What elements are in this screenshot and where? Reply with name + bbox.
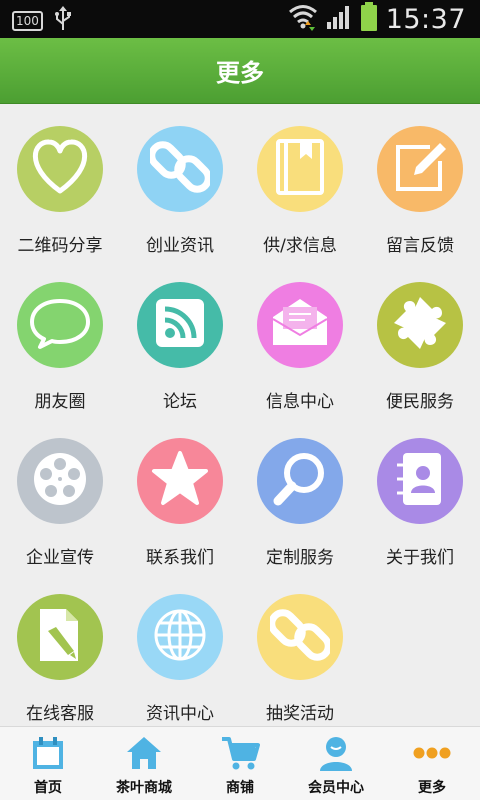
heart-icon <box>30 139 90 199</box>
clock: 15:37 <box>385 3 466 35</box>
film-reel-icon <box>30 449 90 513</box>
document-pencil-icon <box>34 605 86 669</box>
star-icon <box>150 449 210 513</box>
tab-home[interactable]: 首页 <box>0 727 96 800</box>
bottom-tab-bar: 首页 茶叶商城 商铺 会员中心 更多 <box>0 726 480 800</box>
grid-item-label: 供/求信息 <box>263 236 337 256</box>
link-icon <box>148 137 212 201</box>
grid-item-feedback[interactable]: 留言反馈 <box>360 104 480 260</box>
grid-item-circle <box>17 126 103 212</box>
grid-item-circle <box>377 126 463 212</box>
status-bar: 100 15:37 <box>0 0 480 38</box>
more-dots-icon <box>412 735 452 771</box>
grid-item-custom-service[interactable]: 定制服务 <box>240 416 360 572</box>
grid-item-contact-us[interactable]: 联系我们 <box>120 416 240 572</box>
cart-icon <box>220 735 260 771</box>
tab-label: 商铺 <box>226 780 254 796</box>
grid-item-online-service[interactable]: 在线客服 <box>0 572 120 728</box>
title-bar: 更多 <box>0 38 480 104</box>
book-icon <box>272 137 328 201</box>
grid-item-circle <box>17 594 103 680</box>
grid-item-forum[interactable]: 论坛 <box>120 260 240 416</box>
grid-item-moments[interactable]: 朋友圈 <box>0 260 120 416</box>
link-icon <box>268 605 332 669</box>
grid-item-info-center[interactable]: 信息中心 <box>240 260 360 416</box>
house-icon <box>124 735 164 771</box>
wifi-icon <box>288 3 318 35</box>
tab-tea-mall[interactable]: 茶叶商城 <box>96 727 192 800</box>
grid-item-circle <box>257 438 343 524</box>
grid-item-label: 二维码分享 <box>17 236 103 256</box>
tab-label: 会员中心 <box>308 780 364 796</box>
grid-item-convenience[interactable]: 便民服务 <box>360 260 480 416</box>
grid-item-label: 论坛 <box>163 392 197 412</box>
puzzle-icon <box>390 293 450 357</box>
tab-label: 更多 <box>418 780 446 796</box>
grid-item-label: 企业宣传 <box>26 548 94 568</box>
grid-item-label: 资讯中心 <box>146 704 214 724</box>
search-icon <box>270 449 330 513</box>
globe-icon <box>150 605 210 669</box>
grid-item-promotion[interactable]: 企业宣传 <box>0 416 120 572</box>
grid-item-lottery[interactable]: 抽奖活动 <box>240 572 360 728</box>
grid-item-circle <box>257 282 343 368</box>
grid-item-news-center[interactable]: 资讯中心 <box>120 572 240 728</box>
battery-icon <box>360 2 378 36</box>
grid-item-circle <box>377 282 463 368</box>
grid-item-circle <box>137 594 223 680</box>
edit-icon <box>392 139 448 199</box>
grid-item-circle <box>377 438 463 524</box>
battery-percent-badge: 100 <box>12 11 43 31</box>
tab-label: 首页 <box>34 780 62 796</box>
tab-label: 茶叶商城 <box>116 780 172 796</box>
calendar-icon <box>28 735 68 771</box>
grid-item-circle <box>257 126 343 212</box>
grid-item-circle <box>17 282 103 368</box>
page-title: 更多 <box>216 59 264 87</box>
tab-shops[interactable]: 商铺 <box>192 727 288 800</box>
tab-member-center[interactable]: 会员中心 <box>288 727 384 800</box>
grid-item-about-us[interactable]: 关于我们 <box>360 416 480 572</box>
envelope-icon <box>269 297 331 353</box>
signal-icon <box>326 5 352 33</box>
grid-item-label: 信息中心 <box>266 392 334 412</box>
grid-item-supply-demand[interactable]: 供/求信息 <box>240 104 360 260</box>
grid-item-label: 关于我们 <box>386 548 454 568</box>
grid-item-label: 定制服务 <box>266 548 334 568</box>
feature-grid: 二维码分享 创业资讯 供/求信息 留言反馈 朋友圈 论坛 信息中心 便民服务 企… <box>0 104 480 726</box>
grid-item-circle <box>17 438 103 524</box>
rss-icon <box>154 297 206 353</box>
grid-item-circle <box>137 282 223 368</box>
chat-bubble-icon <box>28 295 92 355</box>
user-icon <box>316 735 356 771</box>
grid-item-label: 在线客服 <box>26 704 94 724</box>
grid-item-circle <box>137 126 223 212</box>
grid-item-startup-news[interactable]: 创业资讯 <box>120 104 240 260</box>
grid-item-qr-share[interactable]: 二维码分享 <box>0 104 120 260</box>
grid-item-circle <box>257 594 343 680</box>
tab-more[interactable]: 更多 <box>384 727 480 800</box>
grid-item-circle <box>137 438 223 524</box>
grid-item-label: 联系我们 <box>146 548 214 568</box>
contacts-book-icon <box>393 449 447 513</box>
grid-item-label: 创业资讯 <box>146 236 214 256</box>
grid-item-label: 朋友圈 <box>34 392 86 412</box>
grid-item-label: 抽奖活动 <box>266 704 334 724</box>
grid-item-label: 便民服务 <box>386 392 454 412</box>
usb-icon <box>53 6 73 36</box>
grid-item-label: 留言反馈 <box>386 236 454 256</box>
